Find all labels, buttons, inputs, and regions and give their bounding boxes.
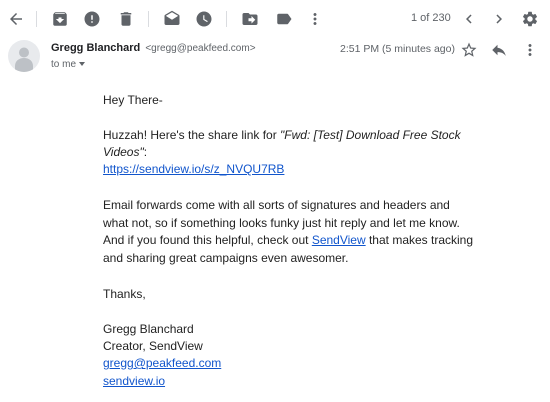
message-toolbar: 1 of 230 bbox=[0, 0, 550, 38]
para2-line: and sharing great campaigns even awesome… bbox=[103, 251, 349, 265]
intro-subject: "Fwd: [Test] Download Free Stock bbox=[280, 128, 461, 142]
greeting: Hey There- bbox=[103, 93, 163, 107]
sign-off: Thanks, bbox=[103, 287, 146, 301]
reply-icon[interactable] bbox=[489, 40, 509, 60]
para2-prefix: And if you found this helpful, check out bbox=[103, 233, 312, 247]
sender-line: Gregg Blanchard <gregg@peakfeed.com> bbox=[51, 42, 256, 54]
label-icon[interactable] bbox=[274, 9, 294, 29]
snooze-icon[interactable] bbox=[194, 9, 214, 29]
para2-line: what not, so if something looks funky ju… bbox=[103, 216, 460, 230]
signature-name: Gregg Blanchard bbox=[103, 322, 194, 336]
chevron-left-icon[interactable] bbox=[459, 9, 479, 29]
star-icon[interactable] bbox=[459, 40, 479, 60]
recipients-dropdown[interactable]: to me bbox=[51, 59, 86, 70]
report-spam-icon[interactable] bbox=[82, 9, 102, 29]
sender-name[interactable]: Gregg Blanchard bbox=[51, 42, 140, 54]
sender-email: <gregg@peakfeed.com> bbox=[145, 43, 256, 54]
sender-avatar[interactable] bbox=[8, 40, 40, 72]
signature-email-line: gregg@peakfeed.com bbox=[103, 354, 221, 372]
back-arrow-icon[interactable] bbox=[6, 9, 26, 29]
message-timestamp: 2:51 PM (5 minutes ago) bbox=[340, 43, 455, 55]
toolbar-divider bbox=[148, 11, 149, 27]
signature-email-link[interactable]: gregg@peakfeed.com bbox=[103, 356, 221, 370]
para2-line: And if you found this helpful, check out… bbox=[103, 231, 473, 249]
toolbar-divider bbox=[36, 11, 37, 27]
recipients-label: to me bbox=[51, 59, 77, 70]
caret-down-icon bbox=[79, 62, 86, 67]
more-vert-icon[interactable] bbox=[305, 9, 325, 29]
signature-title: Creator, SendView bbox=[103, 339, 203, 353]
move-to-icon[interactable] bbox=[240, 9, 260, 29]
more-vert-icon[interactable] bbox=[520, 40, 540, 60]
mark-unread-icon[interactable] bbox=[162, 9, 182, 29]
archive-icon[interactable] bbox=[50, 9, 70, 29]
signature-site-line: sendview.io bbox=[103, 372, 165, 390]
settings-gear-icon[interactable] bbox=[520, 9, 540, 29]
chevron-right-icon[interactable] bbox=[489, 9, 509, 29]
share-link-line: https://sendview.io/s/z_NVQU7RB bbox=[103, 160, 284, 178]
para2-line: Email forwards come with all sorts of si… bbox=[103, 198, 450, 212]
signature-site-link[interactable]: sendview.io bbox=[103, 374, 165, 388]
delete-icon[interactable] bbox=[116, 9, 136, 29]
para2-suffix: that makes tracking bbox=[365, 233, 474, 247]
pager-count: 1 of 230 bbox=[411, 12, 451, 24]
sendview-link[interactable]: SendView bbox=[312, 233, 366, 247]
intro-line: Huzzah! Here's the share link for "Fwd: … bbox=[103, 126, 461, 144]
intro-subject-cont: Videos" bbox=[103, 145, 144, 159]
intro-line: Videos": bbox=[103, 143, 147, 161]
intro-colon: : bbox=[143, 145, 148, 159]
toolbar-divider bbox=[226, 11, 227, 27]
share-link[interactable]: https://sendview.io/s/z_NVQU7RB bbox=[103, 162, 284, 176]
person-icon bbox=[15, 47, 33, 72]
intro-prefix: Huzzah! Here's the share link for bbox=[103, 128, 281, 142]
